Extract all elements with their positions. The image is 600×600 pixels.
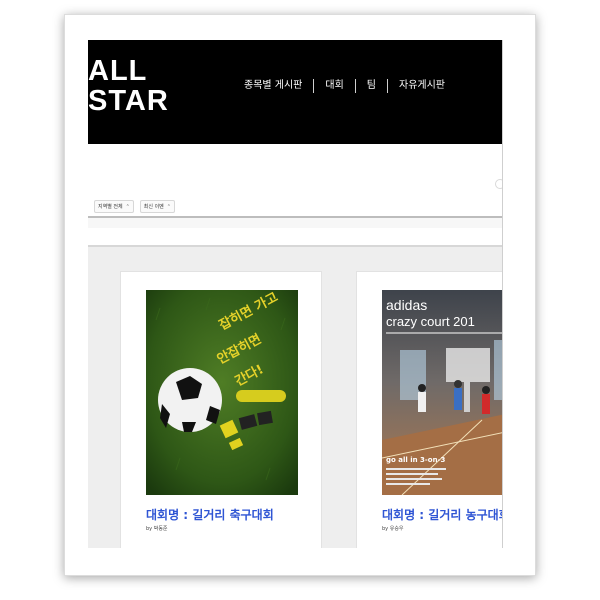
- region-filter-value: 지역별 전체: [98, 204, 123, 210]
- nav-item-free-board[interactable]: 자유게시판: [387, 79, 456, 93]
- tournament-card[interactable]: 잡히면 가고 안잡히면 간다! 대회명 : 길거리 축구대회 by 박동준: [120, 271, 322, 548]
- filter-bar: 지역별 전체 ⌃ 최신 이벤 ⌃: [94, 200, 175, 213]
- logo-line-1: ALL: [88, 55, 148, 87]
- site-header: ALL STAR 종목별 게시판 대회 팀 자유게시판: [88, 40, 502, 144]
- region-filter-select[interactable]: 지역별 전체 ⌃: [94, 200, 134, 213]
- nav-item-sports-board[interactable]: 종목별 게시판: [234, 79, 313, 93]
- poster-tagline: go all in 3-on-3: [386, 456, 446, 464]
- nav-item-tournament[interactable]: 대회: [313, 79, 354, 93]
- section-gap: [88, 218, 502, 228]
- tournament-title[interactable]: 대회명 : 길거리 축구대회: [146, 506, 274, 523]
- logo-line-2: STAR: [88, 85, 169, 117]
- chevron-updown-icon: ⌃: [125, 203, 130, 210]
- site-logo[interactable]: ALL STAR: [88, 56, 169, 116]
- tournament-title[interactable]: 대회명 : 길거리 농구대회: [382, 506, 502, 523]
- poster-brand: adidas: [386, 297, 427, 313]
- tournament-author: by 유승우: [382, 526, 404, 532]
- tournament-card[interactable]: adidas crazy court 201 go all in 3-on-3 …: [356, 271, 503, 548]
- sort-filter-value: 최신 이벤: [143, 204, 164, 210]
- scroll-indicator[interactable]: [495, 179, 502, 189]
- tournament-list: 잡히면 가고 안잡히면 간다! 대회명 : 길거리 축구대회 by 박동준 ad…: [88, 247, 502, 548]
- main-nav: 종목별 게시판 대회 팀 자유게시판: [234, 79, 456, 93]
- poster-event-name: crazy court 201: [386, 314, 475, 329]
- sort-filter-select[interactable]: 최신 이벤 ⌃: [139, 200, 175, 213]
- chevron-updown-icon: ⌃: [166, 203, 171, 210]
- tournament-author: by 박동준: [146, 526, 168, 532]
- basketball-poster-image[interactable]: adidas crazy court 201 go all in 3-on-3: [382, 290, 503, 495]
- soccer-poster-image[interactable]: 잡히면 가고 안잡히면 간다!: [146, 290, 298, 495]
- website-viewport: ALL STAR 종목별 게시판 대회 팀 자유게시판 지역별 전체 ⌃ 최신 …: [88, 40, 503, 548]
- nav-item-team[interactable]: 팀: [354, 79, 387, 93]
